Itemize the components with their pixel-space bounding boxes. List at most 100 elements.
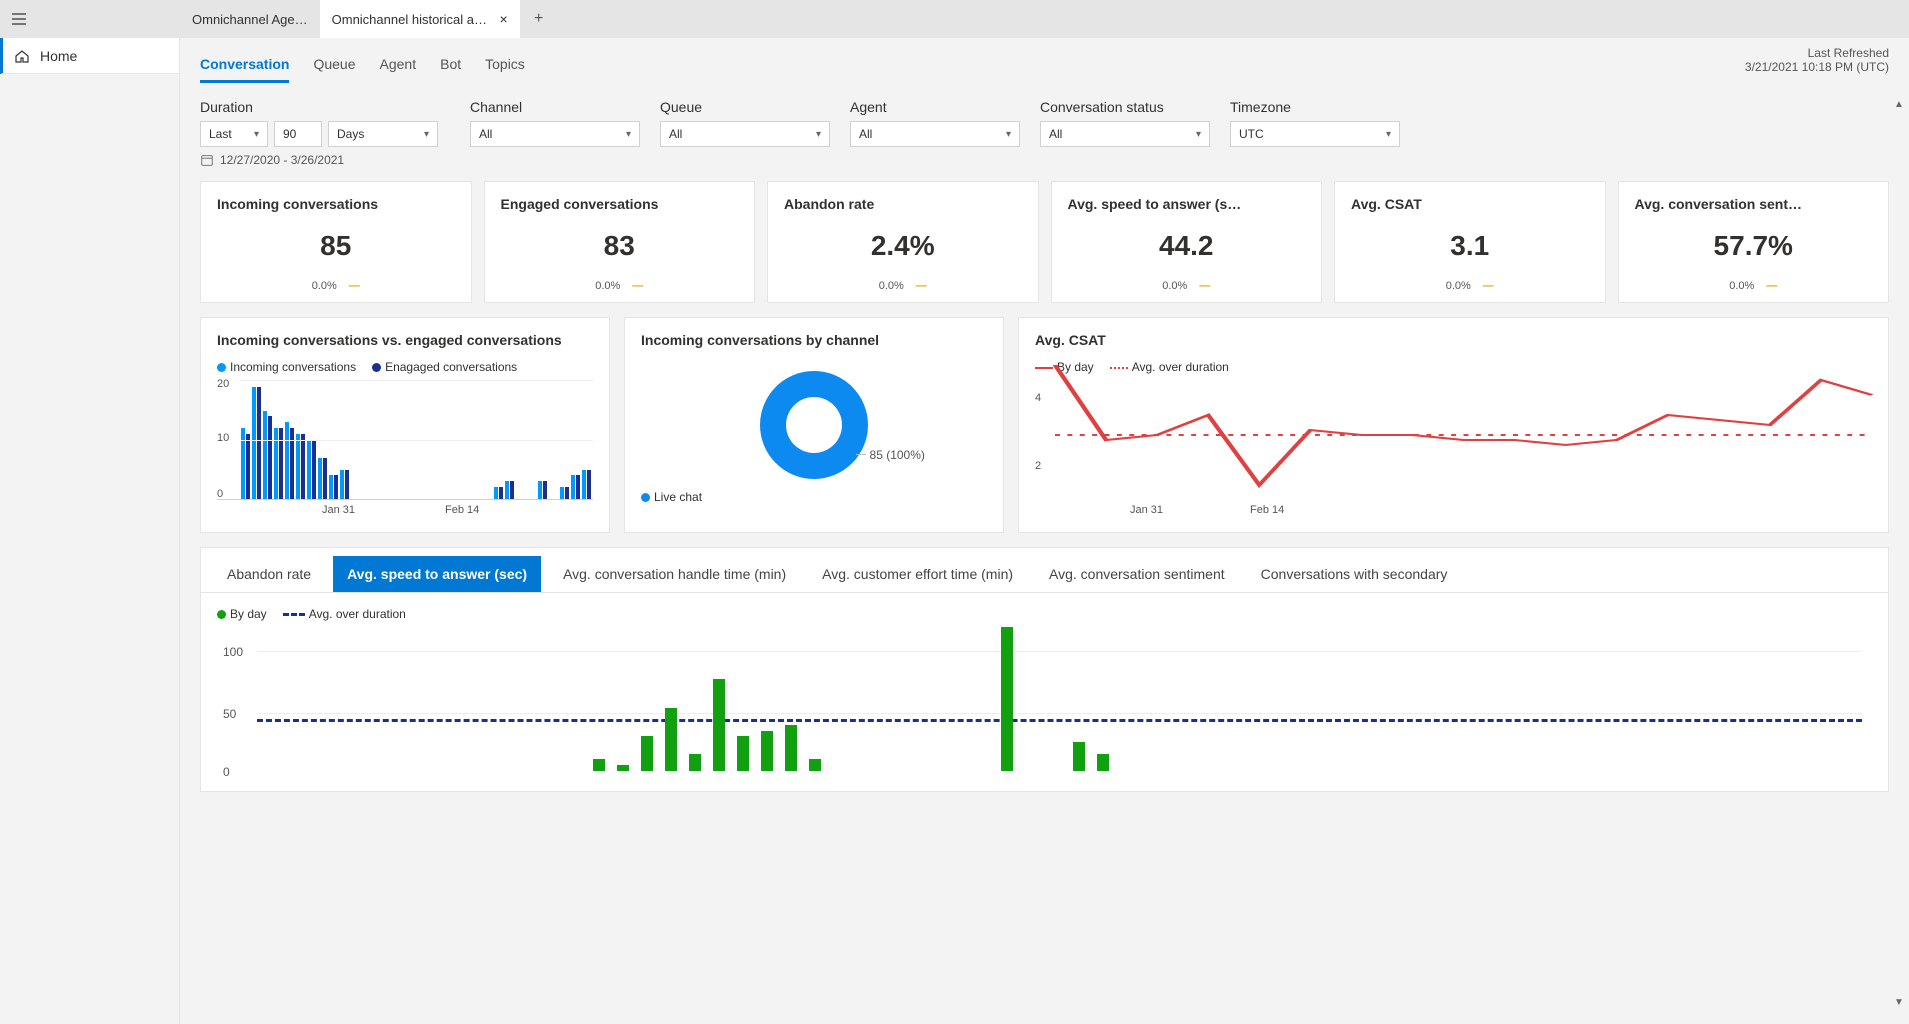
chevron-down-icon: ▾ — [816, 129, 821, 140]
trend-flat-icon: — — [1483, 280, 1494, 292]
close-tab-icon[interactable]: × — [499, 11, 507, 27]
tab-omnichannel-agent[interactable]: Omnichannel Age… — [180, 0, 320, 38]
chevron-down-icon: ▾ — [1006, 129, 1011, 140]
trend-flat-icon: — — [632, 280, 643, 292]
subnav-tab-bot[interactable]: Bot — [440, 48, 461, 83]
duration-unit-select[interactable]: Days▾ — [328, 121, 438, 147]
tab-label: Omnichannel Age… — [192, 12, 308, 27]
legend-line-icon — [1035, 367, 1053, 369]
line-chart: 4 2 — [1035, 380, 1872, 500]
x-tick: Jan 31 — [1130, 504, 1163, 516]
y-tick: 4 — [1035, 392, 1041, 404]
agent-select[interactable]: All▾ — [850, 121, 1020, 147]
trend-flat-icon: — — [916, 280, 927, 292]
report-subnav: Conversation Queue Agent Bot Topics Last… — [180, 38, 1909, 83]
channel-select[interactable]: All▾ — [470, 121, 640, 147]
y-tick: 50 — [223, 707, 236, 721]
sidebar-item-home[interactable]: Home — [0, 38, 179, 74]
chart-avg-csat: Avg. CSAT By day Avg. over duration 4 2 … — [1018, 317, 1889, 533]
chevron-down-icon: ▾ — [424, 129, 429, 140]
chevron-down-icon: ▾ — [1196, 129, 1201, 140]
filter-label-status: Conversation status — [1040, 99, 1210, 115]
legend-dot-icon — [641, 493, 650, 502]
scroll-down-icon[interactable]: ▼ — [1894, 997, 1904, 1008]
trend-flat-icon: — — [1199, 280, 1210, 292]
status-select[interactable]: All▾ — [1040, 121, 1210, 147]
subnav-tab-topics[interactable]: Topics — [485, 48, 525, 83]
x-tick: Feb 14 — [1250, 504, 1284, 516]
new-tab-button[interactable]: + — [520, 0, 558, 38]
chart-title: Incoming conversations vs. engaged conve… — [217, 332, 593, 348]
chart-by-channel: Incoming conversations by channel 85 (10… — [624, 317, 1004, 533]
filter-label-duration: Duration — [200, 99, 450, 115]
duration-count-input[interactable]: 90 — [274, 121, 322, 147]
trend-flat-icon: — — [1766, 280, 1777, 292]
legend-dot-icon — [217, 610, 226, 619]
metric-tab-secondary[interactable]: Conversations with secondary — [1247, 556, 1462, 592]
scrollbar[interactable]: ▲ ▼ — [1893, 99, 1905, 1008]
kpi-abandon: Abandon rate 2.4% 0.0%— — [767, 181, 1039, 303]
kpi-incoming: Incoming conversations 85 0.0%— — [200, 181, 472, 303]
sidebar: Home — [0, 38, 180, 1024]
main-content: Conversation Queue Agent Bot Topics Last… — [180, 38, 1909, 1024]
chart-title: Incoming conversations by channel — [641, 332, 987, 348]
filter-label-channel: Channel — [470, 99, 640, 115]
report-body: ▲ ▼ Duration Last▾ 90 Days▾ Channel — [180, 83, 1909, 1024]
metric-tab-sentiment[interactable]: Avg. conversation sentiment — [1035, 556, 1239, 592]
legend-dotted-icon — [1110, 367, 1128, 369]
duration-date-range: 12/27/2020 - 3/26/2021 — [200, 153, 1889, 167]
calendar-icon — [200, 153, 214, 167]
last-refreshed-value: 3/21/2021 10:18 PM (UTC) — [1745, 60, 1889, 74]
x-tick: Jan 31 — [322, 504, 355, 516]
scroll-up-icon[interactable]: ▲ — [1894, 99, 1904, 110]
kpi-sentiment: Avg. conversation sent… 57.7% 0.0%— — [1618, 181, 1890, 303]
y-tick: 2 — [1035, 460, 1041, 472]
tab-omnichannel-historical[interactable]: Omnichannel historical an… × — [320, 0, 520, 38]
kpi-csat: Avg. CSAT 3.1 0.0%— — [1334, 181, 1606, 303]
y-tick: 0 — [223, 765, 230, 779]
legend-dot-icon — [372, 363, 381, 372]
last-refreshed-label: Last Refreshed — [1745, 46, 1889, 60]
queue-select[interactable]: All▾ — [660, 121, 830, 147]
chart-incoming-vs-engaged: Incoming conversations vs. engaged conve… — [200, 317, 610, 533]
hamburger-icon — [11, 11, 27, 27]
tab-label: Omnichannel historical an… — [332, 12, 492, 27]
subnav-tab-conversation[interactable]: Conversation — [200, 48, 289, 83]
chevron-down-icon: ▾ — [1386, 129, 1391, 140]
metric-tab-abandon[interactable]: Abandon rate — [213, 556, 325, 592]
window-tabbar: Omnichannel Age… Omnichannel historical … — [0, 0, 1909, 38]
chart-legend: Incoming conversations Enagaged conversa… — [217, 360, 593, 374]
metric-tab-speed[interactable]: Avg. speed to answer (sec) — [333, 556, 541, 592]
duration-mode-select[interactable]: Last▾ — [200, 121, 268, 147]
chart-speed-to-answer: By day Avg. over duration 100 50 0 — [200, 592, 1889, 792]
x-tick: Feb 14 — [445, 504, 479, 516]
filter-label-queue: Queue — [660, 99, 830, 115]
charts-row: Incoming conversations vs. engaged conve… — [200, 317, 1889, 533]
legend-dot-icon — [217, 363, 226, 372]
hamburger-menu[interactable] — [0, 11, 38, 27]
chart-title: Avg. CSAT — [1035, 332, 1872, 348]
y-tick: 100 — [223, 645, 243, 659]
trend-flat-icon: — — [349, 280, 360, 292]
subnav-tab-queue[interactable]: Queue — [313, 48, 355, 83]
home-icon — [14, 48, 30, 64]
kpi-engaged: Engaged conversations 83 0.0%— — [484, 181, 756, 303]
big-bar-chart: 100 50 0 — [217, 627, 1872, 777]
filters-row: Duration Last▾ 90 Days▾ Channel All▾ Que… — [200, 99, 1889, 147]
metric-tab-effort-time[interactable]: Avg. customer effort time (min) — [808, 556, 1027, 592]
filter-label-timezone: Timezone — [1230, 99, 1400, 115]
donut-chart — [760, 371, 868, 479]
kpi-speed: Avg. speed to answer (s… 44.2 0.0%— — [1051, 181, 1323, 303]
donut-slice-label: 85 (100%) — [856, 448, 925, 462]
legend-dash-icon — [283, 613, 305, 616]
kpi-row: Incoming conversations 85 0.0%— Engaged … — [200, 181, 1889, 303]
chart-legend: By day Avg. over duration — [1035, 360, 1872, 374]
timezone-select[interactable]: UTC▾ — [1230, 121, 1400, 147]
metric-tabs: Abandon rate Avg. speed to answer (sec) … — [200, 547, 1889, 592]
chevron-down-icon: ▾ — [626, 129, 631, 140]
bar-chart — [217, 380, 593, 500]
metric-tab-handle-time[interactable]: Avg. conversation handle time (min) — [549, 556, 800, 592]
subnav-tab-agent[interactable]: Agent — [380, 48, 417, 83]
chevron-down-icon: ▾ — [254, 129, 259, 140]
chart-legend: Live chat — [641, 490, 987, 504]
